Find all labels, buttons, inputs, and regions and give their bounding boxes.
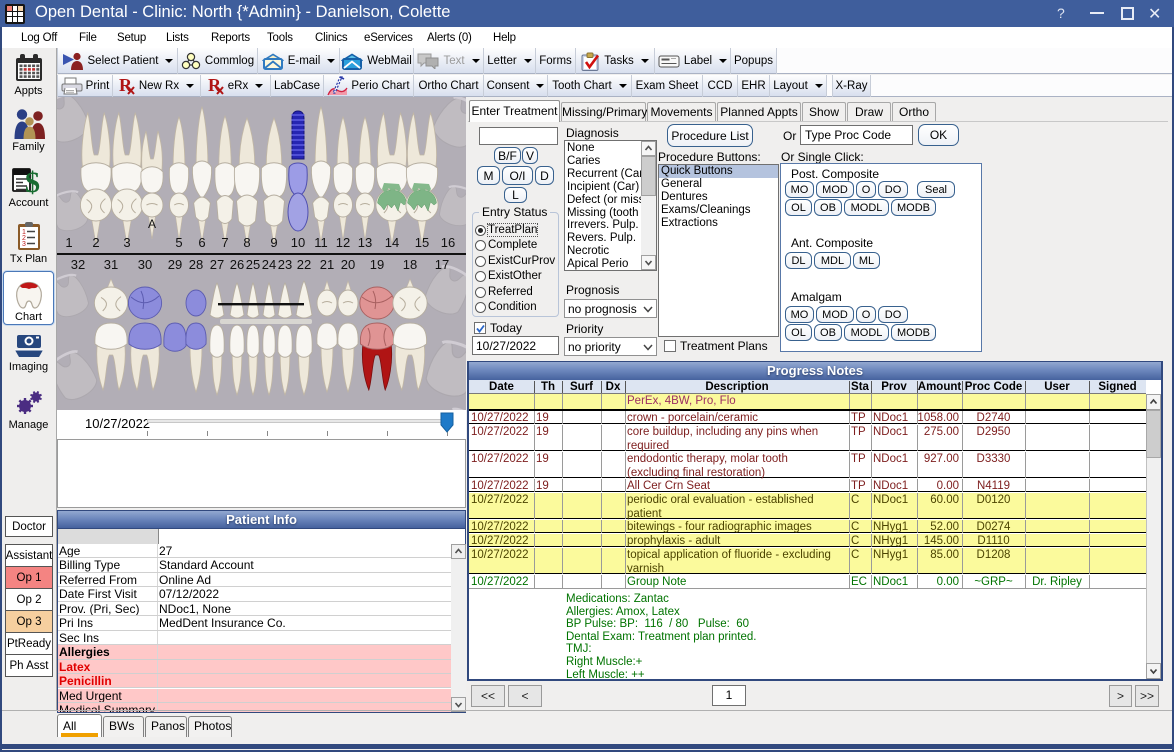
- svg-text:20: 20: [341, 257, 355, 272]
- svg-text:28: 28: [189, 257, 203, 272]
- svg-text:24: 24: [262, 257, 276, 272]
- svg-text:21: 21: [320, 257, 334, 272]
- svg-text:18: 18: [403, 257, 417, 272]
- svg-text:30: 30: [138, 257, 152, 272]
- svg-text:31: 31: [104, 257, 118, 272]
- svg-text:22: 22: [297, 257, 311, 272]
- svg-text:13: 13: [358, 235, 372, 250]
- svg-text:23: 23: [278, 257, 292, 272]
- svg-text:29: 29: [168, 257, 182, 272]
- svg-text:14: 14: [385, 235, 399, 250]
- svg-text:10: 10: [291, 235, 305, 250]
- svg-text:27: 27: [210, 257, 224, 272]
- svg-text:$: $: [25, 166, 40, 195]
- svg-text:11: 11: [314, 235, 328, 250]
- svg-text:A: A: [148, 217, 156, 231]
- svg-text:19: 19: [370, 257, 384, 272]
- svg-text:8: 8: [243, 235, 250, 250]
- svg-text:16: 16: [441, 235, 455, 250]
- svg-text:17: 17: [435, 257, 449, 272]
- svg-text:6: 6: [198, 235, 205, 250]
- svg-text:9: 9: [270, 235, 277, 250]
- svg-text:2: 2: [92, 235, 99, 250]
- svg-text:26: 26: [230, 257, 244, 272]
- svg-text:7: 7: [221, 235, 228, 250]
- svg-text:15: 15: [415, 235, 429, 250]
- svg-text:1: 1: [65, 235, 72, 250]
- svg-text:25: 25: [246, 257, 260, 272]
- svg-text:3: 3: [123, 235, 130, 250]
- svg-text:32: 32: [71, 257, 85, 272]
- svg-text:12: 12: [336, 235, 350, 250]
- svg-text:3: 3: [22, 241, 26, 248]
- svg-text:5: 5: [175, 235, 182, 250]
